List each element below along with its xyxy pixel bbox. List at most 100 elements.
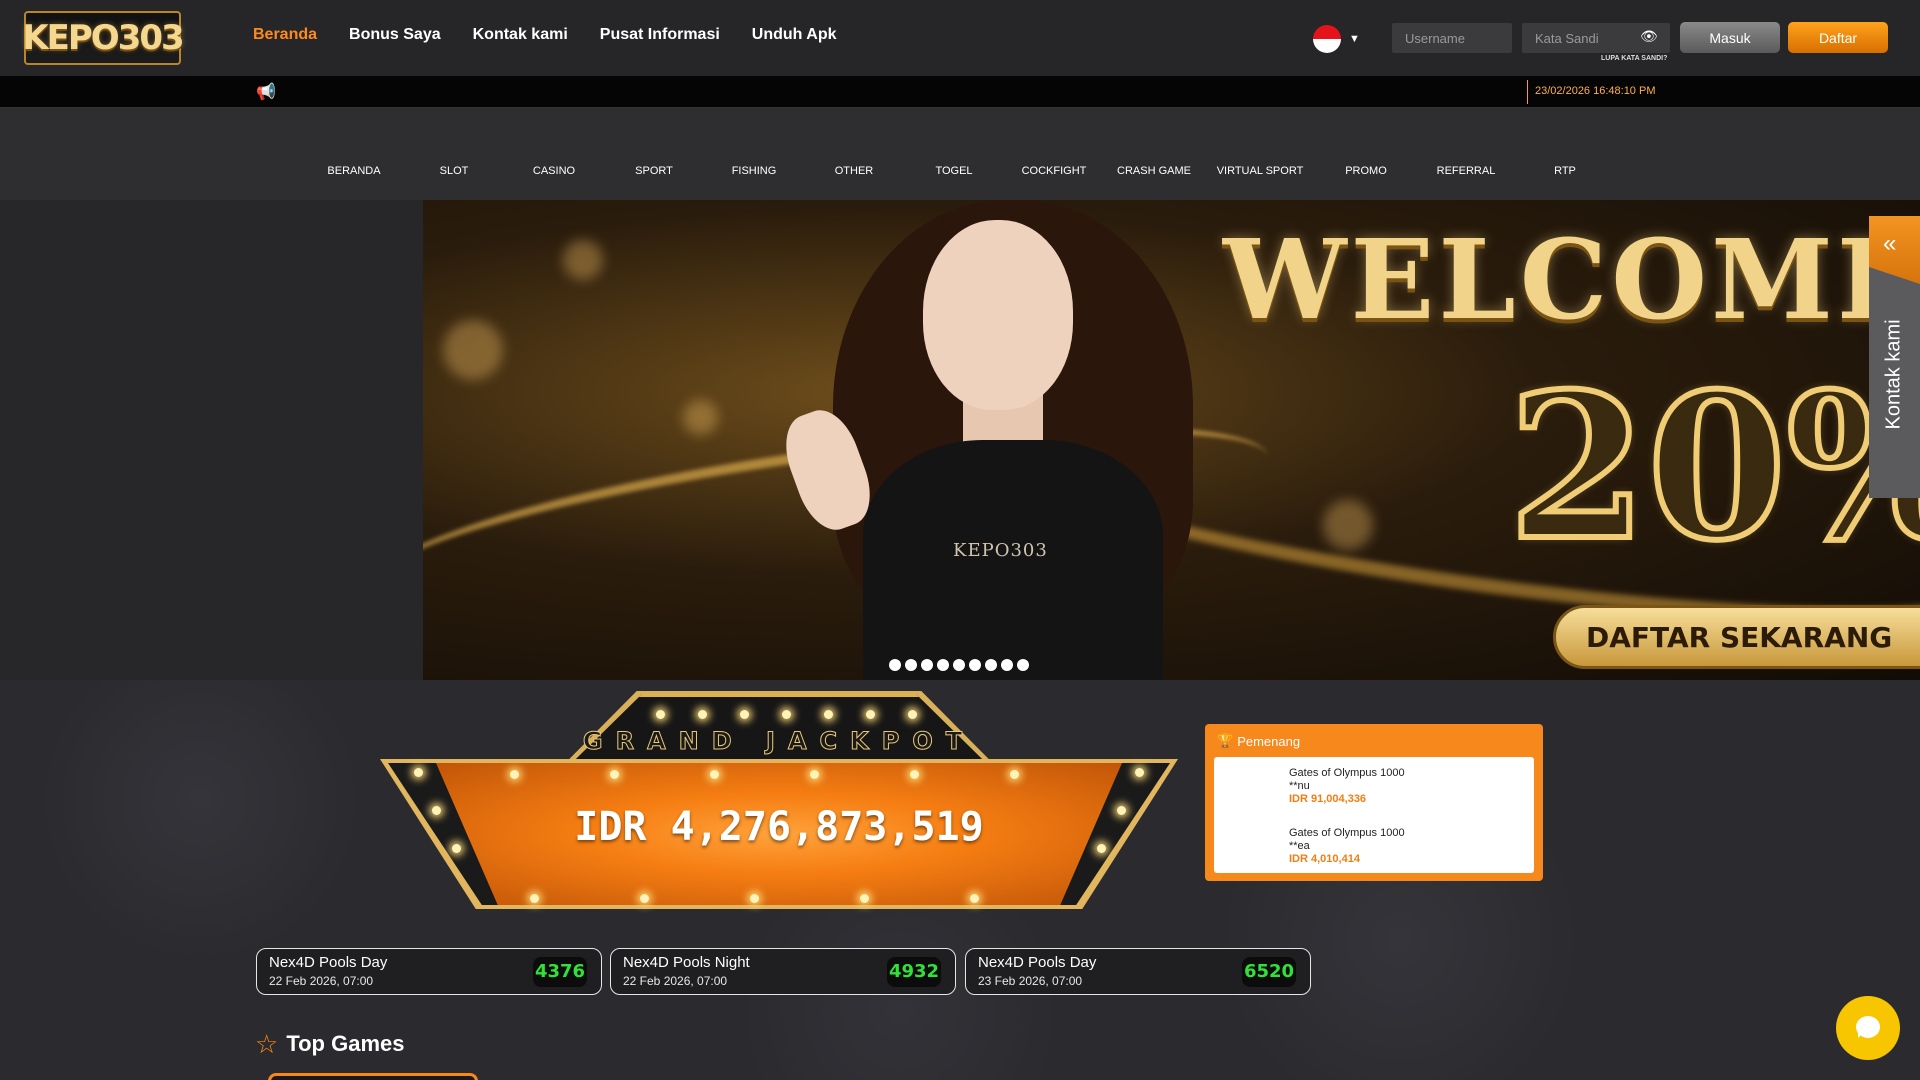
carousel-dot[interactable]: [937, 659, 949, 671]
marquee-bulb: [656, 710, 665, 719]
winner-game: Gates of Olympus 1000: [1289, 767, 1405, 779]
category-nav: BERANDA SLOT CASINO SPORT FISHING OTHER …: [0, 108, 1920, 200]
site-logo[interactable]: KEPO303: [22, 11, 185, 65]
bokeh-light: [443, 320, 503, 380]
pool-name: Nex4D Pools Day: [978, 954, 1097, 971]
category-sport[interactable]: SPORT: [604, 165, 704, 177]
winner-item: Gates of Olympus 1000 **ea IDR 4,010,414: [1289, 827, 1405, 866]
category-fishing[interactable]: FISHING: [704, 165, 804, 177]
carousel-dot[interactable]: [1001, 659, 1013, 671]
marquee-bulb: [530, 894, 539, 903]
language-selector[interactable]: ▼: [1313, 25, 1360, 53]
carousel-dot[interactable]: [969, 659, 981, 671]
forgot-password-link[interactable]: LUPA KATA SANDI?: [1601, 55, 1667, 62]
ticker-divider: [1527, 80, 1528, 104]
marquee-bulb: [510, 770, 519, 779]
winner-user: **nu: [1289, 780, 1310, 792]
top-games-heading: ☆ Top Games: [255, 1031, 405, 1057]
carousel-dot[interactable]: [1017, 659, 1029, 671]
current-datetime: 23/02/2026 16:48:10 PM: [1535, 85, 1656, 97]
banner-model-image: KEPO303: [774, 200, 1233, 680]
jackpot-title: GRAND JACKPOT: [582, 727, 976, 756]
marquee-bulb: [970, 894, 979, 903]
marquee-bulb: [640, 894, 649, 903]
grand-jackpot: GRAND JACKPOT IDR 4,276,873,519: [380, 691, 1178, 910]
marquee-bulb: [750, 894, 759, 903]
category-other[interactable]: OTHER: [804, 165, 904, 177]
pool-number: 6520: [1242, 957, 1296, 987]
game-thumbnail: [1226, 825, 1278, 865]
nav-pusat-informasi[interactable]: Pusat Informasi: [600, 26, 720, 44]
winners-header: 🏆 Pemenang: [1217, 733, 1300, 749]
marquee-bulb: [866, 710, 875, 719]
top-games-title: Top Games: [286, 1031, 405, 1056]
category-referral[interactable]: REFERRAL: [1416, 165, 1516, 177]
carousel-dot[interactable]: [921, 659, 933, 671]
category-cockfight[interactable]: COCKFIGHT: [1004, 165, 1104, 177]
category-promo[interactable]: PROMO: [1316, 165, 1416, 177]
indonesia-flag-icon: [1313, 25, 1341, 53]
pool-result-card[interactable]: Nex4D Pools Day 22 Feb 2026, 07:00 4376: [256, 948, 602, 995]
winners-list: Gates of Olympus 1000 **nu IDR 91,004,33…: [1214, 757, 1534, 873]
register-button[interactable]: Daftar: [1788, 22, 1888, 53]
marquee-bulb: [782, 710, 791, 719]
trophy-icon: 🏆: [1217, 733, 1234, 748]
winner-amount: IDR 91,004,336: [1289, 793, 1367, 805]
carousel-dot[interactable]: [953, 659, 965, 671]
bokeh-light: [683, 400, 718, 435]
carousel-dot[interactable]: [985, 659, 997, 671]
category-virtual-sport[interactable]: VIRTUAL SPORT: [1210, 165, 1310, 177]
eye-slash-icon[interactable]: 👁: [1640, 28, 1658, 45]
username-input[interactable]: [1392, 23, 1512, 53]
carousel-dots: [889, 659, 1029, 671]
pool-number: 4932: [887, 957, 941, 987]
carousel-dot[interactable]: [905, 659, 917, 671]
winners-title: Pemenang: [1237, 733, 1301, 749]
live-chat-button[interactable]: [1836, 996, 1900, 1060]
pool-date: 23 Feb 2026, 07:00: [978, 974, 1083, 988]
marquee-bulb: [414, 768, 423, 777]
banner-left-panel: [0, 200, 423, 680]
pool-name: Nex4D Pools Night: [623, 954, 750, 971]
category-crash-game[interactable]: CRASH GAME: [1104, 165, 1204, 177]
marquee-bulb: [710, 770, 719, 779]
marquee-bulb: [910, 770, 919, 779]
contact-tab-label: Kontak kami: [1882, 319, 1905, 430]
marquee-bulb: [698, 710, 707, 719]
category-rtp[interactable]: RTP: [1515, 165, 1615, 177]
star-icon: ☆: [255, 1029, 279, 1059]
chat-bubble-tail: [1858, 1032, 1864, 1038]
marquee-bulb: [908, 710, 917, 719]
category-casino[interactable]: CASINO: [504, 165, 604, 177]
banner-percent-text: 20%: [1505, 347, 1920, 588]
marquee-bulb: [740, 710, 749, 719]
marquee-bulb: [810, 770, 819, 779]
nav-kontak-kami[interactable]: Kontak kami: [473, 26, 568, 44]
category-slot[interactable]: SLOT: [404, 165, 504, 177]
marquee-bulb: [1135, 768, 1144, 777]
pool-result-card[interactable]: Nex4D Pools Night 22 Feb 2026, 07:00 493…: [610, 948, 956, 995]
banner-welcome-text: WELCOME B: [1223, 215, 1920, 344]
main-nav: Beranda Bonus Saya Kontak kami Pusat Inf…: [253, 26, 837, 44]
carousel-dot[interactable]: [889, 659, 901, 671]
winners-panel: 🏆 Pemenang Gates of Olympus 1000 **nu ID…: [1205, 724, 1543, 881]
marquee-bulb: [1010, 770, 1019, 779]
login-button[interactable]: Masuk: [1680, 22, 1780, 53]
top-games-tab[interactable]: [268, 1073, 478, 1080]
model-face: [923, 220, 1073, 410]
nav-bonus-saya[interactable]: Bonus Saya: [349, 26, 441, 44]
pool-date: 22 Feb 2026, 07:00: [623, 974, 728, 988]
top-bar: KEPO303 Beranda Bonus Saya Kontak kami P…: [0, 0, 1920, 76]
double-chevron-left-icon[interactable]: «: [1883, 230, 1896, 258]
banner-cta[interactable]: DAFTAR SEKARANG: [1553, 605, 1920, 669]
promo-banner[interactable]: KEPO303 WELCOME B 20% DAFTAR SEKARANG: [423, 200, 1920, 680]
category-togel[interactable]: TOGEL: [904, 165, 1004, 177]
contact-side-tab[interactable]: « Kontak kami: [1869, 216, 1920, 498]
pool-number: 4376: [533, 957, 587, 987]
nav-unduh-apk[interactable]: Unduh Apk: [752, 26, 837, 44]
pool-result-card[interactable]: Nex4D Pools Day 23 Feb 2026, 07:00 6520: [965, 948, 1311, 995]
category-beranda[interactable]: BERANDA: [304, 165, 404, 177]
marquee-bulb: [610, 770, 619, 779]
nav-beranda[interactable]: Beranda: [253, 26, 317, 44]
megaphone-icon: 📢: [256, 84, 276, 101]
